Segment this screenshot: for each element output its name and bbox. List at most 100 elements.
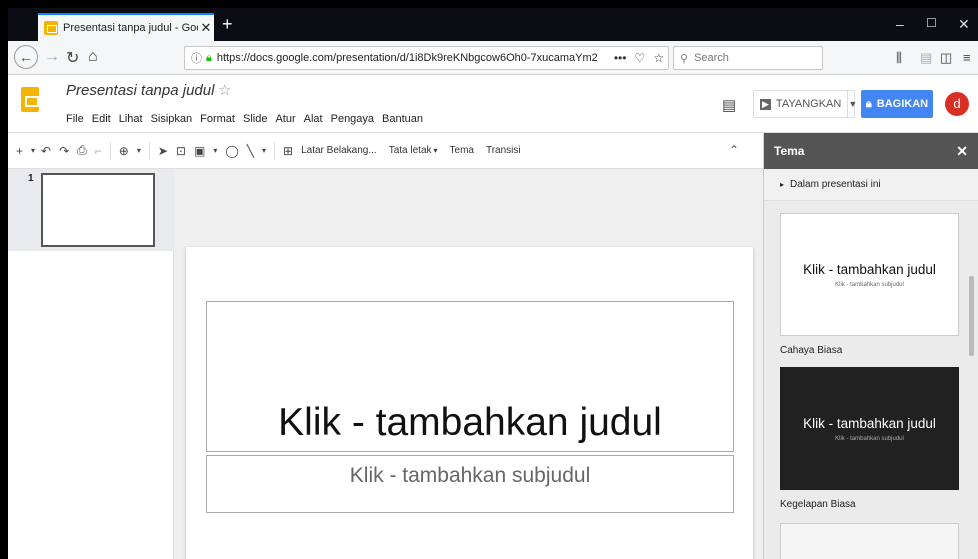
- info-icon[interactable]: ⓘ: [191, 50, 202, 66]
- present-label-wrap: ▶ TAYANGKAN: [754, 91, 849, 117]
- menu-arrange[interactable]: Atur: [275, 113, 295, 125]
- add-comment-icon[interactable]: ⊞: [283, 144, 293, 158]
- docs-header: Presentasi tanpa judul ☆ File Edit Lihat…: [8, 75, 978, 133]
- library-icon[interactable]: ⫼: [896, 50, 902, 66]
- window-close-icon[interactable]: ✕: [958, 16, 970, 33]
- menu-format[interactable]: Format: [200, 113, 235, 125]
- menu-edit[interactable]: Edit: [92, 113, 111, 125]
- zoom-icon[interactable]: ⊕: [119, 144, 129, 158]
- shape-icon[interactable]: ◯: [225, 144, 238, 158]
- theme-list: Klik - tambahkan judul Klik - tambahkan …: [764, 201, 978, 559]
- theme-panel-header: Tema ✕: [764, 133, 978, 169]
- new-tab-button[interactable]: +: [222, 14, 233, 35]
- slide-thumbnail[interactable]: [41, 173, 155, 247]
- title-placeholder-text: Klik - tambahkan judul: [278, 401, 662, 444]
- url-bar[interactable]: ⓘ 🔒︎ https://docs.google.com/presentatio…: [184, 46, 669, 70]
- browser-tab[interactable]: Presentasi tanpa judul - Google ✕: [38, 13, 214, 41]
- avatar[interactable]: d: [945, 92, 969, 116]
- document-title[interactable]: Presentasi tanpa judul: [66, 82, 214, 99]
- menu-bar: File Edit Lihat Sisipkan Format Slide At…: [66, 113, 423, 125]
- theme-card-title: Klik - tambahkan judul: [803, 261, 936, 277]
- tab-title: Presentasi tanpa judul - Google: [63, 22, 198, 34]
- url-text[interactable]: https://docs.google.com/presentation/d/1…: [217, 52, 610, 64]
- menu-help[interactable]: Bantuan: [382, 113, 423, 125]
- menu-addons[interactable]: Pengaya: [331, 113, 374, 125]
- share-button[interactable]: 🔒︎ BAGIKAN: [861, 90, 933, 118]
- page-actions-icon[interactable]: •••: [614, 51, 627, 65]
- editing-toolbar: + ▾ ↶ ↷ ⎙ ⌐ ⊕ ▾ ➤ ⊡ ▣ ▾ ◯ ╲ ▾ ⊞ Latar Be…: [8, 133, 763, 169]
- slides-favicon-icon: [44, 21, 58, 35]
- reader-icon[interactable]: ▤: [920, 50, 932, 66]
- new-slide-icon[interactable]: +: [16, 144, 23, 158]
- lock-icon: 🔒︎: [206, 51, 212, 64]
- tab-bar: Presentasi tanpa judul - Google ✕ + – ☐ …: [8, 8, 978, 41]
- line-dropdown-icon[interactable]: ▾: [262, 146, 266, 155]
- navigation-bar: ← → ↻ ⌂ ⓘ 🔒︎ https://docs.google.com/pre…: [8, 41, 978, 75]
- share-label: BAGIKAN: [876, 98, 929, 110]
- theme-panel-title: Tema: [774, 144, 805, 158]
- theme-button[interactable]: Tema: [450, 145, 474, 156]
- new-slide-dropdown-icon[interactable]: ▾: [31, 146, 35, 155]
- redo-icon[interactable]: ↷: [59, 144, 69, 158]
- theme-card-subtitle: Klik - tambahkan subjudul: [835, 281, 904, 288]
- maximize-icon[interactable]: ☐: [926, 16, 937, 30]
- present-button[interactable]: ▶ TAYANGKAN ▼: [753, 90, 857, 118]
- line-icon[interactable]: ╲: [247, 144, 254, 158]
- collapse-toolbar-icon[interactable]: ⌃: [729, 143, 739, 157]
- present-dropdown-icon[interactable]: ▼: [848, 99, 857, 109]
- theme-name-dark: Kegelapan Biasa: [780, 499, 856, 510]
- theme-section-header[interactable]: ▸ Dalam presentasi ini: [764, 169, 978, 201]
- theme-card-partial[interactable]: [780, 523, 959, 559]
- filmstrip-item[interactable]: 1: [8, 169, 174, 251]
- back-arrow-icon[interactable]: ←: [14, 45, 38, 69]
- scrollbar[interactable]: [969, 276, 974, 356]
- paint-format-icon[interactable]: ⌐: [95, 144, 102, 158]
- image-dropdown-icon[interactable]: ▾: [213, 146, 217, 155]
- present-label: TAYANGKAN: [775, 98, 842, 110]
- print-icon[interactable]: ⎙: [77, 143, 87, 158]
- comments-icon[interactable]: ▤: [722, 96, 736, 114]
- menu-view[interactable]: Lihat: [119, 113, 143, 125]
- theme-panel: Tema ✕ ▸ Dalam presentasi ini Klik - tam…: [763, 133, 978, 559]
- close-tab-icon[interactable]: ✕: [198, 20, 214, 36]
- close-panel-icon[interactable]: ✕: [956, 143, 968, 160]
- search-icon: ⚲: [680, 52, 689, 65]
- text-box-icon[interactable]: ⊡: [176, 144, 186, 158]
- reload-icon[interactable]: ↻: [66, 48, 79, 68]
- menu-tools[interactable]: Alat: [304, 113, 323, 125]
- search-input[interactable]: ⚲ Search: [673, 46, 823, 70]
- theme-card-light[interactable]: Klik - tambahkan judul Klik - tambahkan …: [780, 213, 959, 336]
- slide-canvas: Klik - tambahkan judul Klik - tambahkan …: [174, 169, 763, 559]
- layout-dropdown-icon[interactable]: ▾: [434, 146, 438, 155]
- undo-icon[interactable]: ↶: [41, 144, 51, 158]
- subtitle-placeholder[interactable]: Klik - tambahkan subjudul: [206, 455, 734, 513]
- minimize-icon[interactable]: –: [896, 16, 904, 32]
- background-button[interactable]: Latar Belakang...: [301, 145, 377, 156]
- title-placeholder[interactable]: Klik - tambahkan judul: [206, 301, 734, 452]
- theme-card-dark[interactable]: Klik - tambahkan judul Klik - tambahkan …: [780, 367, 959, 490]
- menu-insert[interactable]: Sisipkan: [151, 113, 193, 125]
- star-icon[interactable]: ☆: [218, 81, 231, 99]
- divider: [274, 141, 276, 160]
- subtitle-placeholder-text: Klik - tambahkan subjudul: [349, 464, 591, 487]
- home-icon[interactable]: ⌂: [88, 48, 98, 66]
- menu-file[interactable]: File: [66, 113, 84, 125]
- pocket-icon[interactable]: ♡: [634, 51, 645, 65]
- bookmark-star-icon[interactable]: ☆: [653, 51, 664, 65]
- hamburger-menu-icon[interactable]: ≡: [963, 50, 971, 65]
- forward-arrow-icon[interactable]: →: [44, 48, 60, 66]
- image-icon[interactable]: ▣: [194, 144, 205, 158]
- zoom-dropdown-icon[interactable]: ▾: [137, 146, 141, 155]
- slides-logo-icon[interactable]: [21, 87, 39, 112]
- transition-button[interactable]: Transisi: [486, 145, 521, 156]
- select-cursor-icon[interactable]: ➤: [158, 144, 168, 158]
- slide[interactable]: Klik - tambahkan judul Klik - tambahkan …: [186, 247, 753, 559]
- theme-name-light: Cahaya Biasa: [780, 345, 843, 356]
- search-placeholder: Search: [694, 52, 729, 64]
- caret-right-icon: ▸: [780, 180, 785, 189]
- layout-button[interactable]: Tata letak: [389, 145, 432, 156]
- sidebar-icon[interactable]: ◫: [940, 50, 952, 66]
- divider: [148, 141, 150, 160]
- menu-slide[interactable]: Slide: [243, 113, 267, 125]
- theme-card-title: Klik - tambahkan judul: [803, 415, 936, 431]
